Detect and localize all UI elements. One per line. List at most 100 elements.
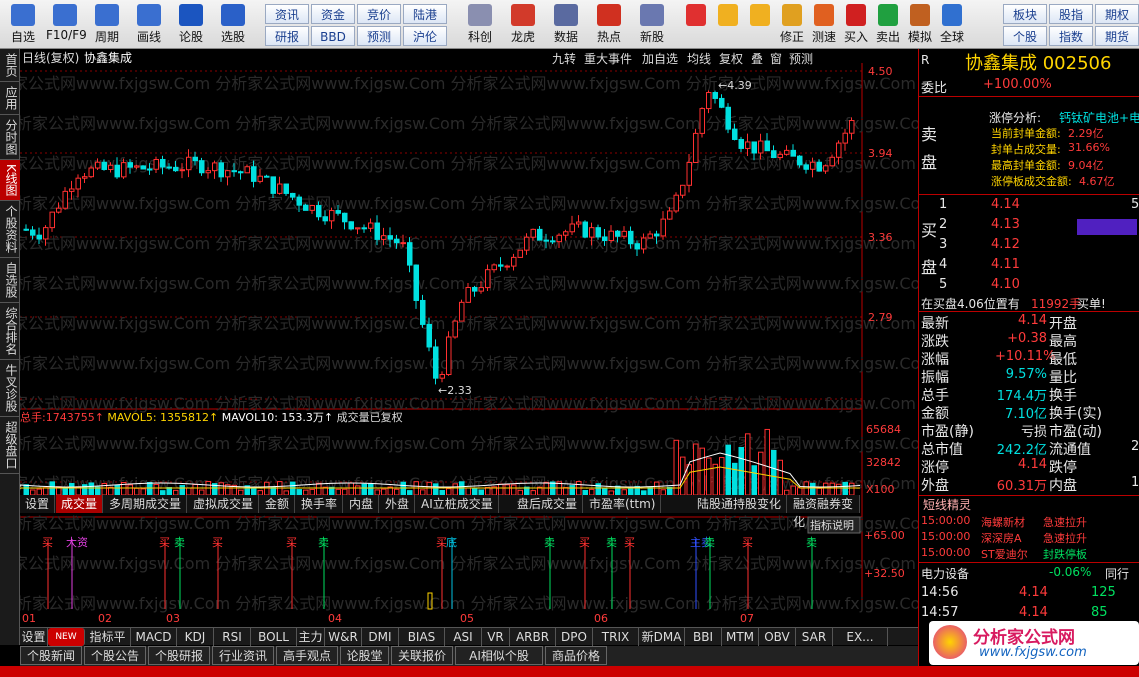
candle[interactable] (719, 94, 725, 109)
candle[interactable] (218, 159, 224, 182)
toolbar-star-button[interactable]: 自选 (4, 0, 42, 48)
toolbar-sell-button[interactable]: 卖出 (872, 0, 904, 48)
news-tab-2[interactable]: 个股研报 (148, 646, 210, 665)
news-tab-8[interactable]: 商品价格 (545, 646, 607, 665)
indicator-tab-19[interactable]: OBV (759, 628, 796, 646)
toolbar-link-1-2[interactable]: 预测 (357, 26, 401, 46)
indicator-tab-0[interactable]: 设置 (20, 628, 48, 646)
candle[interactable] (511, 253, 517, 271)
toolbar-dragon-button[interactable]: 龙虎 (503, 0, 543, 48)
toolbar-color-block-button[interactable] (680, 0, 712, 48)
toolbar-ipo-button[interactable]: 新股 (632, 0, 672, 48)
candle[interactable] (23, 224, 29, 231)
toolbar-stopwatch-button[interactable]: 测速 (808, 0, 840, 48)
candle[interactable] (660, 211, 666, 240)
candle[interactable] (790, 144, 796, 157)
toolbar-link-0-0[interactable]: 资讯 (265, 4, 309, 24)
candle[interactable] (368, 218, 374, 232)
news-tab-7[interactable]: AI相似个股 (455, 646, 543, 665)
candle[interactable] (582, 220, 588, 239)
indicator-tab-11[interactable]: ASI (445, 628, 482, 646)
indicator-tab-17[interactable]: BBI (685, 628, 722, 646)
candle[interactable] (491, 263, 497, 273)
news-tab-3[interactable]: 行业资讯 (212, 646, 274, 665)
news-tab-1[interactable]: 个股公告 (84, 646, 146, 665)
vol-tab-2[interactable]: 多周期成交量 (104, 495, 188, 513)
toolbar-link-1-0[interactable]: 研报 (265, 26, 309, 46)
vol-tab-8[interactable]: AI立桩成交量 (416, 495, 499, 513)
news-tab-4[interactable]: 高手观点 (276, 646, 338, 665)
toolbar-link-0-1[interactable]: 资金 (311, 4, 355, 24)
indicator-tab-9[interactable]: DMI (362, 628, 399, 646)
toolbar-link-1-1[interactable]: BBD (311, 26, 355, 46)
leftnav-item-0[interactable]: 首页 (0, 49, 20, 82)
candle[interactable] (342, 212, 348, 230)
vol-tab-11[interactable]: 陆股通持股变化 (692, 495, 788, 513)
indicator-tab-1[interactable]: NEW (48, 628, 85, 646)
toolbar-wrench-button[interactable]: 修正 (776, 0, 808, 48)
leftnav-item-6[interactable]: 综合排名 (0, 303, 20, 360)
vol-tab-1[interactable]: 成交量 (56, 495, 104, 513)
indicator-tab-21[interactable]: EX... (833, 628, 888, 646)
news-tab-5[interactable]: 论股堂 (340, 646, 389, 665)
candle[interactable] (407, 237, 413, 273)
candle[interactable] (504, 264, 510, 271)
indicator-tab-14[interactable]: DPO (556, 628, 593, 646)
toolbar-clock-button[interactable]: 周期 (88, 0, 126, 48)
indicator-tab-4[interactable]: KDJ (177, 628, 214, 646)
leftnav-item-5[interactable]: 自选股 (0, 258, 20, 303)
indicator-tab-13[interactable]: ARBR (510, 628, 556, 646)
toolbar-link-0-2[interactable]: 竞价 (357, 4, 401, 24)
candle[interactable] (212, 160, 218, 179)
indicator-tab-20[interactable]: SAR (796, 628, 833, 646)
vol-tab-12[interactable]: 融资融券变化 (788, 495, 860, 529)
candle[interactable] (764, 133, 770, 152)
candle[interactable] (517, 249, 523, 258)
candle[interactable] (452, 319, 458, 339)
news-tab-0[interactable]: 个股新闻 (20, 646, 82, 665)
candle[interactable] (771, 145, 777, 159)
toolbar-globe-button[interactable]: 全球 (936, 0, 968, 48)
candle[interactable] (569, 215, 575, 236)
indicator-tab-3[interactable]: MACD (131, 628, 177, 646)
candle[interactable] (413, 264, 419, 309)
candle[interactable] (348, 221, 354, 231)
toolbar-talk-button[interactable]: 论股 (172, 0, 210, 48)
candle[interactable] (706, 90, 712, 114)
vol-tab-10[interactable]: 市盈率(ttm) (584, 495, 662, 513)
vol-tab-9[interactable]: 盘后成交量 (512, 495, 584, 513)
leftnav-item-3[interactable]: K线图 (0, 160, 20, 201)
toolbar-link-0-3[interactable]: 陆港 (403, 4, 447, 24)
vol-tab-4[interactable]: 金额 (260, 495, 296, 513)
candle[interactable] (62, 187, 68, 210)
candle[interactable] (485, 264, 491, 291)
toolbar-chart-search-button[interactable]: 选股 (214, 0, 252, 48)
candle[interactable] (433, 339, 439, 385)
indicator-tab-16[interactable]: 新DMA (639, 628, 685, 646)
toolbar-market-1-0[interactable]: 个股 (1003, 26, 1047, 46)
indicator-tab-5[interactable]: RSI (214, 628, 251, 646)
leftnav-item-8[interactable]: 超级盘口 (0, 417, 20, 474)
candle[interactable] (608, 225, 614, 243)
toolbar-market-0-2[interactable]: 期权 (1095, 4, 1139, 24)
indicator-tab-10[interactable]: BIAS (399, 628, 445, 646)
candle[interactable] (725, 103, 731, 134)
toolbar-buy-button[interactable]: 买入 (840, 0, 872, 48)
toolbar-kechuang-button[interactable]: 科创 (460, 0, 500, 48)
indicator-tab-7[interactable]: 主力 (297, 628, 325, 646)
candle[interactable] (49, 211, 55, 232)
indicator-tab-12[interactable]: VR (482, 628, 510, 646)
vol-tab-7[interactable]: 外盘 (380, 495, 416, 513)
vol-tab-3[interactable]: 虚拟成交量 (188, 495, 260, 513)
toolbar-market-1-1[interactable]: 指数 (1049, 26, 1093, 46)
candle[interactable] (699, 107, 705, 138)
leftnav-item-2[interactable]: 分时图 (0, 115, 20, 160)
indicator-tab-2[interactable]: 指标平台 (85, 628, 131, 662)
kline-chart-svg[interactable]: 分析家公式网www.fxjgsw.Com 分析家公式网www.fxjgsw.Co… (20, 49, 918, 629)
candle[interactable] (303, 203, 309, 211)
candle[interactable] (140, 165, 146, 170)
indicator-tab-18[interactable]: MTM (722, 628, 759, 646)
indicator-tab-8[interactable]: W&R (325, 628, 362, 646)
candle[interactable] (693, 128, 699, 163)
toolbar-hammer-button[interactable]: 模拟 (904, 0, 936, 48)
